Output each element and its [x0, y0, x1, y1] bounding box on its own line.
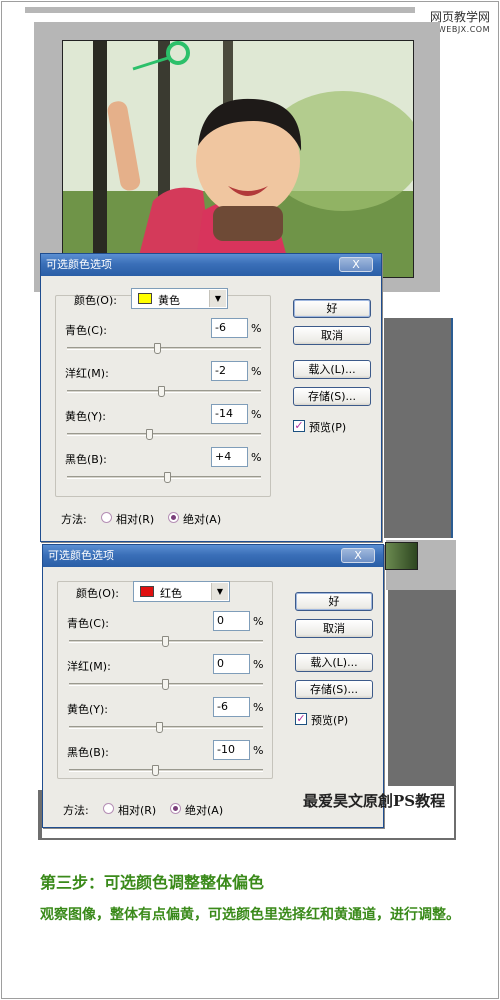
yellow-slider[interactable] — [69, 722, 263, 733]
preview-checkbox[interactable]: ✓ — [295, 713, 307, 725]
relative-radio-label: 相对(R) — [118, 804, 157, 817]
absolute-radio[interactable] — [168, 512, 179, 523]
colors-dropdown-value: 红色 — [160, 587, 182, 600]
colors-label: 颜色(O): — [76, 587, 119, 600]
black-slider[interactable] — [69, 765, 263, 776]
chevron-down-icon: ▼ — [211, 583, 228, 600]
cyan-label: 青色(C): — [65, 324, 107, 337]
photo-edge — [385, 542, 418, 570]
cyan-slider-thumb[interactable] — [154, 343, 161, 354]
cancel-button[interactable]: 取消 — [295, 619, 373, 638]
dark-backdrop-right — [384, 318, 452, 538]
selective-color-dialog-red: 可选颜色选项 X 颜色(O): 红色 ▼ 青色(C): 0 % 洋红(M): 0… — [42, 544, 384, 828]
relative-radio[interactable] — [101, 512, 112, 523]
absolute-radio[interactable] — [170, 803, 181, 814]
yellow-slider-thumb[interactable] — [156, 722, 163, 733]
absolute-radio-label: 绝对(A) — [185, 804, 224, 817]
child-photo — [62, 40, 414, 278]
magenta-unit: % — [253, 658, 264, 671]
colors-label: 颜色(O): — [74, 294, 117, 307]
ok-button[interactable]: 好 — [293, 299, 371, 318]
black-label: 黑色(B): — [65, 453, 107, 466]
magenta-slider[interactable] — [67, 386, 261, 397]
cyan-label: 青色(C): — [67, 617, 109, 630]
black-slider[interactable] — [67, 472, 261, 483]
yellow-input[interactable]: -6 — [213, 697, 250, 717]
magenta-input[interactable]: -2 — [211, 361, 248, 381]
colors-dropdown[interactable]: 红色 ▼ — [133, 581, 230, 602]
magenta-slider-thumb[interactable] — [158, 386, 165, 397]
cyan-unit: % — [253, 615, 264, 628]
black-input[interactable]: +4 — [211, 447, 248, 467]
load-button[interactable]: 载入(L)... — [293, 360, 371, 379]
magenta-label: 洋红(M): — [67, 660, 111, 673]
magenta-input[interactable]: 0 — [213, 654, 250, 674]
black-label: 黑色(B): — [67, 746, 109, 759]
preview-label: 预览(P) — [311, 714, 349, 727]
chevron-down-icon: ▼ — [209, 290, 226, 307]
dialog-titlebar: 可选颜色选项 X — [41, 254, 381, 276]
method-label: 方法: — [61, 513, 87, 526]
magenta-unit: % — [251, 365, 262, 378]
magenta-slider-thumb[interactable] — [162, 679, 169, 690]
step-title: 第三步：可选颜色调整整体偏色 — [40, 873, 265, 892]
method-label: 方法: — [63, 804, 89, 817]
save-button[interactable]: 存储(S)... — [295, 680, 373, 699]
step-description: 观察图像，整体有点偏黄，可选颜色里选择红和黄通道，进行调整。 — [40, 907, 460, 923]
brand-caption: 最爱昊文原創PS教程 — [303, 792, 446, 810]
cancel-button[interactable]: 取消 — [293, 326, 371, 345]
blue-edge-1 — [451, 318, 453, 538]
absolute-radio-label: 绝对(A) — [183, 513, 222, 526]
cyan-slider[interactable] — [69, 636, 263, 647]
color-swatch-yellow — [138, 293, 152, 304]
cyan-input[interactable]: 0 — [213, 611, 250, 631]
dialog-title: 可选颜色选项 — [48, 549, 114, 562]
dialog-title: 可选颜色选项 — [46, 258, 112, 271]
yellow-slider[interactable] — [67, 429, 261, 440]
cyan-slider[interactable] — [67, 343, 261, 354]
colors-dropdown[interactable]: 黄色 ▼ — [131, 288, 228, 309]
preview-checkbox[interactable]: ✓ — [293, 420, 305, 432]
preview-label: 预览(P) — [309, 421, 347, 434]
close-button[interactable]: X — [341, 548, 375, 563]
yellow-unit: % — [253, 701, 264, 714]
yellow-label: 黄色(Y): — [65, 410, 107, 423]
yellow-slider-thumb[interactable] — [146, 429, 153, 440]
cyan-input[interactable]: -6 — [211, 318, 248, 338]
yellow-unit: % — [251, 408, 262, 421]
load-button[interactable]: 载入(L)... — [295, 653, 373, 672]
magenta-label: 洋红(M): — [65, 367, 109, 380]
save-button[interactable]: 存储(S)... — [293, 387, 371, 406]
black-input[interactable]: -10 — [213, 740, 250, 760]
cyan-slider-thumb[interactable] — [162, 636, 169, 647]
yellow-input[interactable]: -14 — [211, 404, 248, 424]
relative-radio[interactable] — [103, 803, 114, 814]
selective-color-dialog-yellow: 可选颜色选项 X 颜色(O): 黄色 ▼ 青色(C): -6 % 洋红(M): … — [40, 253, 382, 542]
black-slider-thumb[interactable] — [164, 472, 171, 483]
black-unit: % — [253, 744, 264, 757]
top-divider — [25, 7, 415, 13]
ok-button[interactable]: 好 — [295, 592, 373, 611]
cyan-unit: % — [251, 322, 262, 335]
black-unit: % — [251, 451, 262, 464]
dialog-titlebar: 可选颜色选项 X — [43, 545, 383, 567]
close-button[interactable]: X — [339, 257, 373, 272]
relative-radio-label: 相对(R) — [116, 513, 155, 526]
colors-dropdown-value: 黄色 — [158, 294, 180, 307]
color-swatch-red — [140, 586, 154, 597]
yellow-label: 黄色(Y): — [67, 703, 109, 716]
magenta-slider[interactable] — [69, 679, 263, 690]
black-slider-thumb[interactable] — [152, 765, 159, 776]
